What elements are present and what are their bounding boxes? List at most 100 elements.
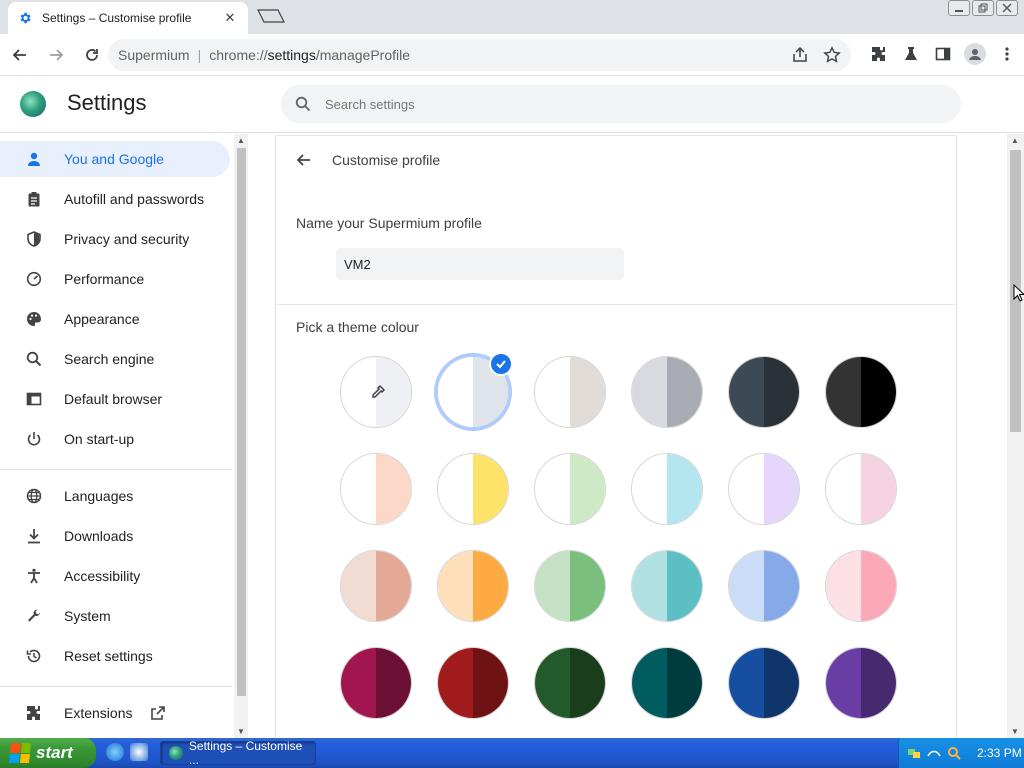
sidebar-item-you-and-google[interactable]: You and Google [0,141,230,177]
theme-colour-swatch[interactable] [631,647,703,719]
scroll-down-arrow-icon[interactable]: ▼ [1011,727,1019,736]
back-button[interactable] [4,39,36,71]
scroll-up-arrow-icon[interactable]: ▲ [237,136,245,145]
theme-colour-swatch[interactable] [631,550,703,622]
theme-colour-swatch[interactable] [728,356,800,428]
sidebar-item-reset[interactable]: Reset settings [0,638,230,674]
sidebar-item-on-startup[interactable]: On start-up [0,421,230,457]
menu-kebab-icon[interactable] [996,43,1018,65]
restore-button[interactable] [972,0,994,16]
sidebar-scroll-thumb[interactable] [237,148,246,696]
sidebar-item-default-browser[interactable]: Default browser [0,381,230,417]
theme-colour-swatch[interactable] [340,550,412,622]
sidebar-item-accessibility[interactable]: Accessibility [0,558,230,594]
browser-toolbar: Supermium | chrome://settings/manageProf… [0,34,1024,76]
magnifier-icon[interactable] [947,746,961,760]
theme-colour-swatch[interactable] [825,550,897,622]
shield-icon [24,229,44,249]
sidebar-item-label: Extensions [64,705,133,721]
minimize-button[interactable] [948,0,970,16]
tab-strip: Settings – Customise profile ✕ [0,0,1024,34]
tab-settings[interactable]: Settings – Customise profile ✕ [8,2,248,34]
sidebar-divider [0,686,232,687]
reload-button[interactable] [76,39,108,71]
theme-colour-swatch[interactable] [728,453,800,525]
labs-flask-icon[interactable] [900,43,922,65]
tab-title: Settings – Customise profile [42,11,192,25]
forward-button[interactable] [40,39,72,71]
connection-icon[interactable] [927,746,941,760]
theme-colour-swatch[interactable] [340,647,412,719]
back-arrow-icon[interactable] [294,150,314,170]
person-icon [24,149,44,169]
sidebar-item-performance[interactable]: Performance [0,261,230,297]
close-tab-icon[interactable]: ✕ [222,10,238,26]
task-label: Settings – Customise ... [188,739,303,767]
profile-avatar-icon[interactable] [964,43,986,65]
sidebar-item-extensions[interactable]: Extensions [0,695,230,731]
supermium-logo [20,91,46,117]
share-icon[interactable] [791,46,809,64]
sidebar-item-label: Search engine [64,351,155,367]
settings-search[interactable] [281,85,961,123]
theme-colour-swatch[interactable] [825,453,897,525]
profile-name-input[interactable] [336,248,624,280]
theme-colour-swatch[interactable] [631,356,703,428]
side-panel-icon[interactable] [932,43,954,65]
theme-colour-label: Pick a theme colour [296,319,419,335]
clipboard-icon [24,189,44,209]
page-scrollbar[interactable]: ▲ ▼ [1007,134,1024,738]
scroll-up-arrow-icon[interactable]: ▲ [1011,136,1019,145]
theme-colour-swatch[interactable] [825,356,897,428]
sidebar-item-privacy[interactable]: Privacy and security [0,221,230,257]
theme-colour-swatch[interactable] [437,453,509,525]
sidebar-item-label: You and Google [64,151,164,167]
network-icon[interactable] [907,746,921,760]
sidebar-item-label: Default browser [64,391,163,407]
theme-colour-swatch[interactable] [437,647,509,719]
sidebar-item-label: Languages [64,488,134,504]
theme-colour-swatch[interactable] [437,550,509,622]
start-button[interactable]: start [0,738,96,768]
scroll-down-arrow-icon[interactable]: ▼ [237,727,245,736]
internet-explorer-icon[interactable] [106,743,124,761]
bookmark-star-icon[interactable] [823,46,841,64]
show-desktop-icon[interactable] [130,743,148,761]
theme-colour-swatch[interactable] [728,647,800,719]
supermium-icon [169,746,183,760]
custom-colour-picker[interactable] [340,356,412,428]
quick-launch [106,743,148,761]
theme-colour-swatch[interactable] [534,550,606,622]
theme-colour-swatch[interactable] [534,453,606,525]
sidebar-item-appearance[interactable]: Appearance [0,301,230,337]
theme-colour-swatch[interactable] [728,550,800,622]
sidebar-item-system[interactable]: System [0,598,230,634]
power-icon [24,429,44,449]
search-input[interactable] [325,96,825,112]
sidebar-item-downloads[interactable]: Downloads [0,518,230,554]
theme-colour-swatch[interactable] [534,647,606,719]
sidebar-item-label: On start-up [64,431,135,447]
theme-colour-swatch[interactable] [534,356,606,428]
eyedropper-icon [372,384,386,398]
sidebar-item-languages[interactable]: Languages [0,478,230,514]
taskbar-item-settings[interactable]: Settings – Customise ... [160,739,316,767]
theme-colour-swatch[interactable] [631,453,703,525]
gear-icon [18,11,32,25]
selected-check-icon [489,352,513,376]
theme-colour-swatch[interactable] [825,647,897,719]
extensions-icon[interactable] [868,43,890,65]
sidebar-item-search-engine[interactable]: Search engine [0,341,230,377]
omnibox-site: Supermium [118,47,190,63]
sidebar-scrollbar[interactable]: ▲ ▼ [234,134,248,738]
page-title: Settings [67,90,147,115]
sidebar-item-label: Accessibility [64,568,141,584]
close-window-button[interactable] [996,0,1018,16]
theme-colour-swatch[interactable] [340,453,412,525]
search-icon [24,349,44,369]
omnibox-separator: | [197,47,202,63]
address-bar[interactable]: Supermium | chrome://settings/manageProf… [108,39,851,71]
new-tab-button[interactable] [256,8,286,24]
sidebar-item-autofill[interactable]: Autofill and passwords [0,181,230,217]
settings-sidebar: You and Google Autofill and passwords Pr… [0,134,232,738]
